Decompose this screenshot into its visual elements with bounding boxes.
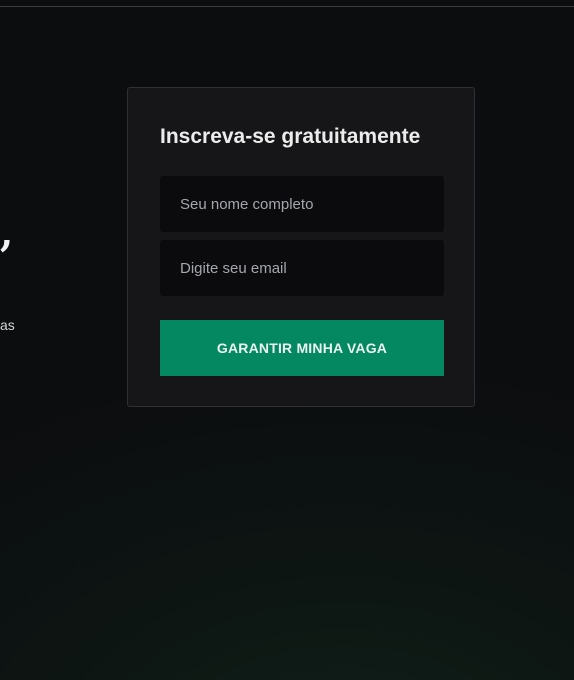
signup-title: Inscreva-se gratuitamente bbox=[160, 125, 421, 148]
full-name-input[interactable] bbox=[160, 176, 444, 232]
signup-card: Inscreva-se gratuitamente GARANTIR MINHA… bbox=[127, 87, 475, 407]
hero-headline-fragment: , bbox=[0, 210, 14, 255]
submit-button[interactable]: GARANTIR MINHA VAGA bbox=[160, 320, 444, 376]
top-divider bbox=[0, 6, 574, 7]
email-input[interactable] bbox=[160, 240, 444, 296]
hero-text-fragment: as bbox=[0, 317, 15, 333]
